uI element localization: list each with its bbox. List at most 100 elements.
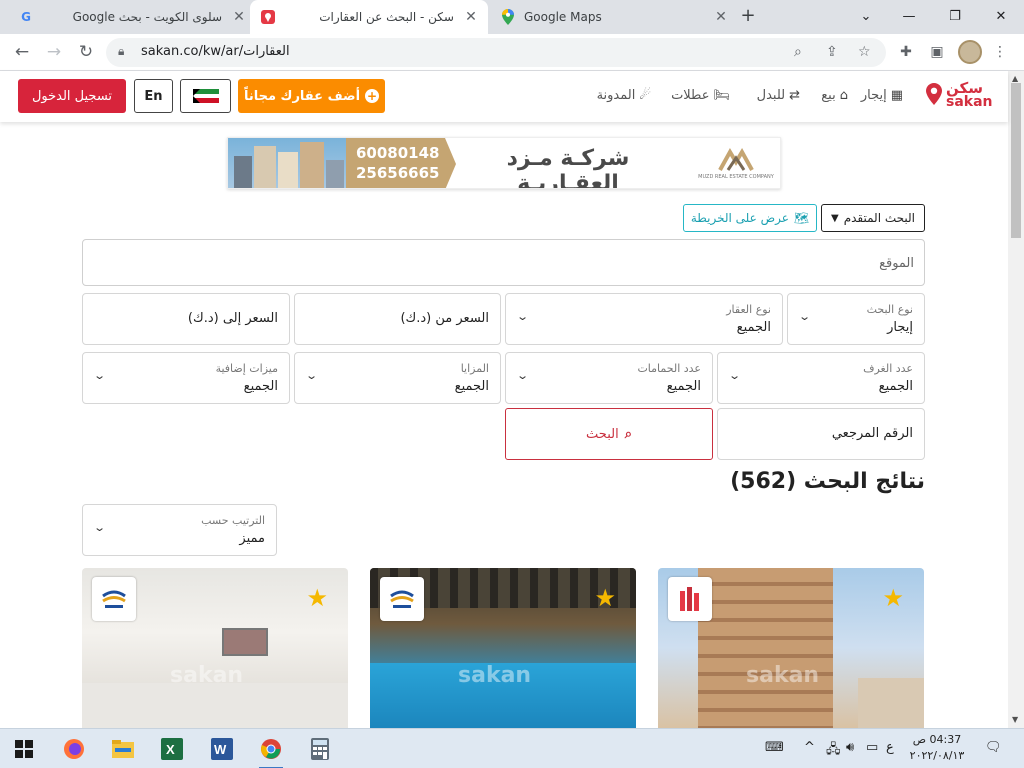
rss-icon: ☄ xyxy=(639,88,651,103)
sort-select[interactable]: الترتيب حسب مميز ⌄ xyxy=(82,504,277,556)
nav-rent[interactable]: ▦إيجار xyxy=(861,88,903,103)
close-icon[interactable]: ✕ xyxy=(712,9,730,25)
battery-icon[interactable]: ▭ xyxy=(866,740,878,755)
featured-star-icon: ★ xyxy=(306,584,328,612)
file-explorer-icon[interactable] xyxy=(109,735,137,763)
nav-holidays[interactable]: 🛏︎عطلات xyxy=(671,88,730,103)
nav-sale[interactable]: ⌂بيع xyxy=(821,88,848,103)
phone-numbers: 60080148 25656665 xyxy=(346,138,456,188)
maps-icon xyxy=(500,9,516,25)
extras-select[interactable]: ميزات إضافية الجميع ⌄ xyxy=(82,352,290,404)
listing-card[interactable]: ★ sakan xyxy=(82,568,348,728)
page-scrollbar[interactable]: ▲ ▼ xyxy=(1008,71,1024,728)
close-window-button[interactable]: ✕ xyxy=(978,0,1024,32)
location-input[interactable]: الموقع xyxy=(82,239,925,286)
windows-taskbar: X W ⌨ ^ 🖧︎ 🔊︎ ▭ ع 04:37 ص ٢٠٢٢/٠٨/١٣ 🗨︎ xyxy=(0,728,1024,768)
banner-company-name: شركـة مـزد العقـاريـة xyxy=(506,146,630,189)
calculator-icon[interactable] xyxy=(306,735,334,763)
svg-text:W: W xyxy=(214,742,227,757)
minimize-button[interactable]: — xyxy=(886,0,932,32)
extensions-icon[interactable]: ✚ xyxy=(896,42,916,62)
side-panel-icon[interactable]: ▣ xyxy=(927,42,947,62)
lock-icon: 🔒︎ xyxy=(118,44,125,58)
share-icon[interactable]: ⇪ xyxy=(826,44,838,60)
system-clock[interactable]: 04:37 ص ٢٠٢٢/٠٨/١٣ xyxy=(908,732,966,764)
network-icon[interactable]: 🖧︎ xyxy=(826,740,841,762)
firefox-icon[interactable] xyxy=(60,735,88,763)
tab-title: Google Maps xyxy=(524,10,602,24)
swap-icon: ⇄ xyxy=(789,88,800,103)
windows-start-icon[interactable] xyxy=(10,735,38,763)
tab-sakan[interactable]: سكن - البحث عن العقارات ✕ xyxy=(250,0,488,34)
tab-google-maps[interactable]: Google Maps ✕ xyxy=(490,0,730,34)
listing-card[interactable]: ★ sakan xyxy=(370,568,636,728)
menu-icon[interactable]: ⋮ xyxy=(990,42,1010,62)
home-icon: ⌂ xyxy=(839,88,848,103)
bed-icon: 🛏︎ xyxy=(713,88,730,103)
chevron-down-icon: ▼ xyxy=(831,212,839,224)
scrollbar-thumb[interactable] xyxy=(1011,83,1021,238)
input-language[interactable]: ع xyxy=(886,740,894,755)
address-bar[interactable]: 🔒︎ sakan.co/kw/ar/العقارات ⌕ ⇪ ☆ xyxy=(106,38,886,67)
bookmark-star-icon[interactable]: ☆ xyxy=(858,44,871,60)
new-tab-button[interactable]: + xyxy=(738,6,758,26)
advanced-search-toggle[interactable]: البحث المتقدم ▼ xyxy=(821,204,925,232)
svg-text:X: X xyxy=(166,742,175,757)
property-type-select[interactable]: نوع العقار الجميع ⌄ xyxy=(505,293,783,345)
chevron-up-icon[interactable]: ^ xyxy=(804,740,815,755)
window-image xyxy=(222,628,268,656)
muzd-logo: MUZD REAL ESTATE COMPANY xyxy=(698,144,774,184)
zoom-search-icon[interactable]: ⌕ xyxy=(794,44,802,60)
listing-card[interactable]: ★ sakan xyxy=(658,568,924,728)
agency-logo[interactable] xyxy=(92,577,136,621)
notifications-icon[interactable]: 🗨︎ xyxy=(985,740,1002,755)
tab-search-icon[interactable]: ⌄ xyxy=(843,0,889,32)
price-from-input[interactable]: السعر من (د.ك) xyxy=(294,293,501,345)
close-icon[interactable]: ✕ xyxy=(462,9,480,25)
chrome-icon[interactable] xyxy=(257,735,285,768)
reload-icon[interactable]: ↻ xyxy=(74,40,98,64)
volume-icon[interactable]: 🔊︎ xyxy=(846,740,854,755)
plus-circle-icon: + xyxy=(365,89,380,103)
building-image xyxy=(858,678,924,728)
login-button[interactable]: تسجيل الدخول xyxy=(18,79,126,113)
price-to-input[interactable]: السعر إلى (د.ك) xyxy=(82,293,290,345)
advertisement-banner[interactable]: 60080148 25656665 شركـة مـزد العقـاريـة … xyxy=(227,137,781,189)
features-select[interactable]: المزايا الجميع ⌄ xyxy=(294,352,501,404)
chevron-down-icon: ⌄ xyxy=(516,310,530,323)
rooms-select[interactable]: عدد الغرف الجميع ⌄ xyxy=(717,352,925,404)
forward-icon[interactable]: → xyxy=(42,40,66,64)
scroll-up-icon[interactable]: ▲ xyxy=(1012,74,1018,83)
tab-google-search[interactable]: G سلوى الكويت - بحث Google ✕ xyxy=(8,0,248,34)
kuwait-flag-icon xyxy=(192,89,219,103)
show-on-map-button[interactable]: 🗺︎ عرض على الخريطة xyxy=(683,204,817,232)
watermark-text: sakan xyxy=(170,663,244,688)
location-pin-icon xyxy=(926,83,942,105)
search-type-select[interactable]: نوع البحث إيجار ⌄ xyxy=(787,293,925,345)
search-button[interactable]: ⌕ البحث xyxy=(505,408,713,460)
map-icon: 🗺︎ xyxy=(793,211,810,225)
bathrooms-select[interactable]: عدد الحمامات الجميع ⌄ xyxy=(505,352,713,404)
nav-blog[interactable]: ☄المدونة xyxy=(597,88,651,103)
tab-title: سكن - البحث عن العقارات xyxy=(319,10,454,24)
agency-logo[interactable] xyxy=(380,577,424,621)
maximize-button[interactable]: ❐ xyxy=(932,0,978,32)
nav-exchange[interactable]: ⇄للبدل xyxy=(757,88,800,103)
add-property-button[interactable]: + أضف عقارك مجاناً xyxy=(238,79,385,113)
tab-title: سلوى الكويت - بحث Google xyxy=(72,10,222,24)
agency-logo[interactable] xyxy=(668,577,712,621)
back-icon[interactable]: ← xyxy=(10,40,34,64)
sakan-logo[interactable]: سكن sakan xyxy=(926,79,996,113)
language-button[interactable]: En xyxy=(134,79,173,113)
excel-icon[interactable]: X xyxy=(158,735,186,763)
profile-avatar[interactable] xyxy=(958,40,982,64)
reference-number-input[interactable]: الرقم المرجعي xyxy=(717,408,925,460)
keyboard-icon[interactable]: ⌨ xyxy=(765,740,784,755)
logo-english: sakan xyxy=(946,94,993,110)
floor-image xyxy=(82,683,348,728)
scroll-down-icon[interactable]: ▼ xyxy=(1012,715,1018,724)
browser-toolbar: ← → ↻ 🔒︎ sakan.co/kw/ar/العقارات ⌕ ⇪ ☆ ✚… xyxy=(0,34,1024,71)
close-icon[interactable]: ✕ xyxy=(230,9,248,25)
country-selector[interactable] xyxy=(180,79,231,113)
word-icon[interactable]: W xyxy=(208,735,236,763)
